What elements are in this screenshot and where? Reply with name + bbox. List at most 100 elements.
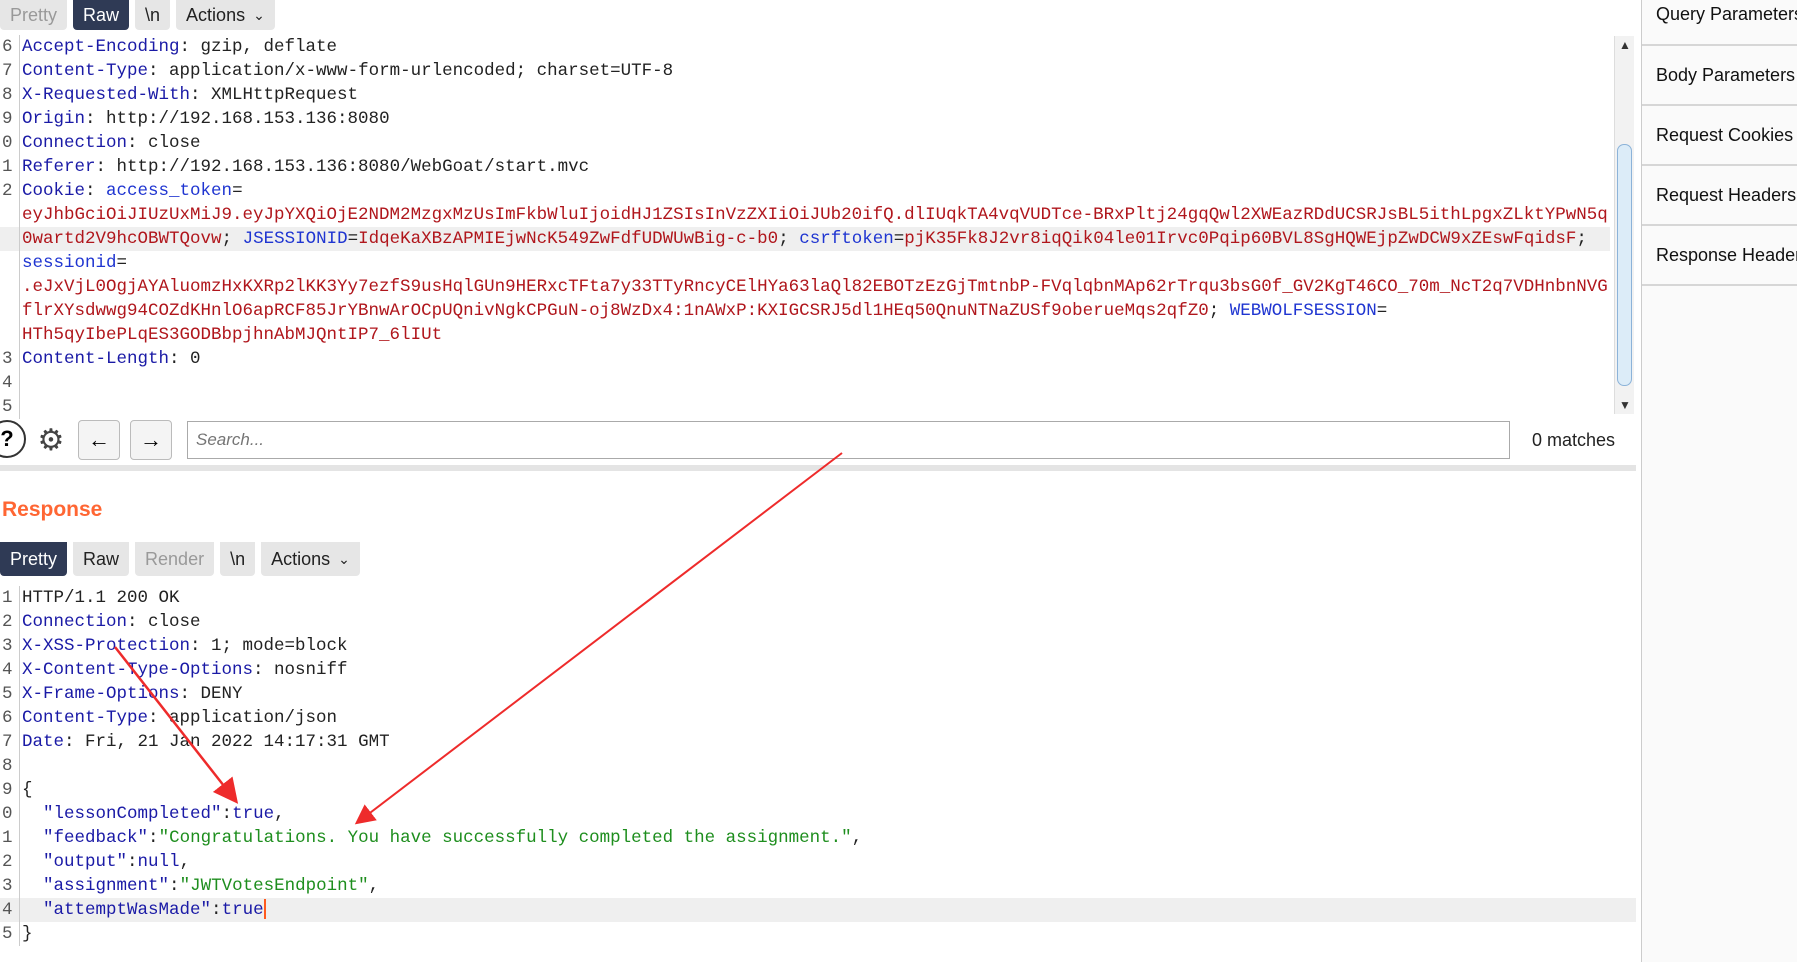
token-value: : application/x-www-form-urlencoded; cha… [148,61,674,81]
token-key: Connection [22,612,128,632]
token-value [22,900,43,920]
token-value: : http://192.168.153.136:8080 [85,109,390,129]
code-line: flrXYsdwwg94COZdKHnlO6apRCF85JrYBnwArOCp… [0,299,1610,323]
search-input[interactable] [187,421,1510,459]
line-text: X-XSS-Protection: 1; mode=block [20,634,348,658]
token-key: Accept-Encoding [22,37,180,57]
line-text: "output":null, [20,850,190,874]
line-text: Origin: http://192.168.153.136:8080 [20,107,390,131]
token-value: = [893,229,905,249]
line-text: "attemptWasMade":true [20,898,266,922]
line-text: Accept-Encoding: gzip, deflate [20,35,337,59]
code-line: 2 Connection: close [0,610,1636,634]
line-text: Content-Type: application/x-www-form-url… [20,59,673,83]
line-number: 9 [0,778,20,802]
line-number: 5 [0,682,20,706]
token-value: 0wartd2V9hcOBWTQovw [22,229,222,249]
code-line: 5 [0,395,1610,419]
code-line: .eJxVjL0OgjAYAluomzHxKXRp2lKK3Yy7ezfS9us… [0,275,1610,299]
tab-pretty[interactable]: Pretty [0,542,68,576]
line-text: X-Content-Type-Options: nosniff [20,658,348,682]
line-text: HTTP/1.1 200 OK [20,586,180,610]
line-number [0,227,20,251]
line-number: 7 [0,730,20,754]
token-value: HTTP/1.1 200 OK [22,588,180,608]
line-text: sessionid= [20,251,127,275]
token-value: : XMLHttpRequest [190,85,359,105]
gear-icon[interactable]: ⚙ [30,420,72,460]
token-key: Content-Type [22,708,149,728]
tab-newline[interactable]: \n [220,542,256,576]
tab-raw[interactable]: Raw [73,542,130,576]
search-bar: ? ⚙ ← → 0 matches [0,420,1636,460]
line-number: 3 [0,347,20,371]
next-match-button[interactable]: → [130,420,172,460]
tab-label: Actions [271,548,331,569]
token-value: "JWTVotesEndpoint" [179,876,369,896]
tab-actions[interactable]: Actions ⌄ [176,0,275,30]
code-line: 5} [0,922,1636,946]
scrollbar-thumb[interactable] [1617,144,1632,386]
help-icon[interactable]: ? [0,420,26,458]
token-value: = [347,229,359,249]
request-scrollbar[interactable]: ▲ ▼ [1614,36,1634,414]
previous-match-button[interactable]: ← [78,420,120,460]
code-line: 1 "feedback":"Congratulations. You have … [0,826,1636,850]
token-value: IdqeKaXBzAPMIEjwNcK549ZwFdfUDWUwBig-c-b0 [358,229,779,249]
line-number: 7 [0,59,20,83]
code-line: 2 Cookie: access_token= [0,179,1610,203]
token-value: : http://192.168.153.136:8080/WebGoat/st… [95,157,590,177]
scroll-up-icon[interactable]: ▲ [1619,38,1631,52]
pane-divider[interactable] [0,465,1636,471]
code-line: 3 Content-Length: 0 [0,347,1610,371]
line-number: 8 [0,83,20,107]
token-value: ; [221,229,243,249]
line-text: Content-Type: application/json [20,706,337,730]
code-line: 2 "output":null, [0,850,1636,874]
inspector-panel: Query Parameters Body Parameters Request… [1641,0,1797,962]
section-label: Request Cookies [1656,124,1794,145]
line-number: 6 [0,35,20,59]
line-number: 1 [0,826,20,850]
token-value: ; [1208,301,1230,321]
tab-render[interactable]: Render [135,542,215,576]
token-value: "Congratulations. You have successfully … [158,828,852,848]
line-number: 3 [0,634,20,658]
token-value: } [22,924,33,944]
line-number: 9 [0,107,20,131]
section-label: Response Headers [1656,244,1797,265]
line-number: 1 [0,155,20,179]
line-text: Date: Fri, 21 Jan 2022 14:17:31 GMT [20,730,390,754]
response-editor[interactable]: 1 HTTP/1.1 200 OK 2 Connection: close 3 X-XSS… [0,586,1636,946]
inspector-request-headers[interactable]: Request Headers [1642,166,1797,226]
line-text: eyJhbGciOiJIUzUxMiJ9.eyJpYXQiOjE2NDM2Mzg… [20,203,1608,227]
request-editor[interactable]: 6 Accept-Encoding: gzip, deflate 7 Content-… [0,35,1610,419]
tab-actions[interactable]: Actions ⌄ [261,542,360,576]
line-text: .eJxVjL0OgjAYAluomzHxKXRp2lKK3Yy7ezfS9us… [20,275,1608,299]
token-value: : [211,900,222,920]
inspector-query-parameters[interactable]: Query Parameters [1642,0,1797,46]
token-value: : DENY [179,684,243,704]
scroll-down-icon[interactable]: ▼ [1619,398,1631,412]
response-title: Response [2,498,103,521]
tab-pretty[interactable]: Pretty [0,0,68,30]
token-key: Origin [22,109,86,129]
tab-raw[interactable]: Raw [73,0,130,30]
tab-newline[interactable]: \n [135,0,171,30]
code-line: 0wartd2V9hcOBWTQovw; JSESSIONID=IdqeKaXB… [0,227,1610,251]
token-value: ; [1576,229,1587,249]
line-text [20,395,22,419]
line-text: "feedback":"Congratulations. You have su… [20,826,862,850]
code-line: 4 X-Content-Type-Options: nosniff [0,658,1636,682]
inspector-body-parameters[interactable]: Body Parameters [1642,46,1797,106]
line-number: 2 [0,850,20,874]
code-line: 0 Connection: close [0,131,1610,155]
line-number [0,251,20,275]
inspector-request-cookies[interactable]: Request Cookies [1642,106,1797,166]
section-label: Body Parameters [1656,64,1796,85]
inspector-response-headers[interactable]: Response Headers [1642,226,1797,286]
token-value [22,876,43,896]
chevron-down-icon: ⌄ [338,550,350,567]
line-number: 4 [0,371,20,395]
token-value: HTh5qyIbePLqES3GODBbpjhnAbMJQntIP7_6lIUt [22,325,443,345]
